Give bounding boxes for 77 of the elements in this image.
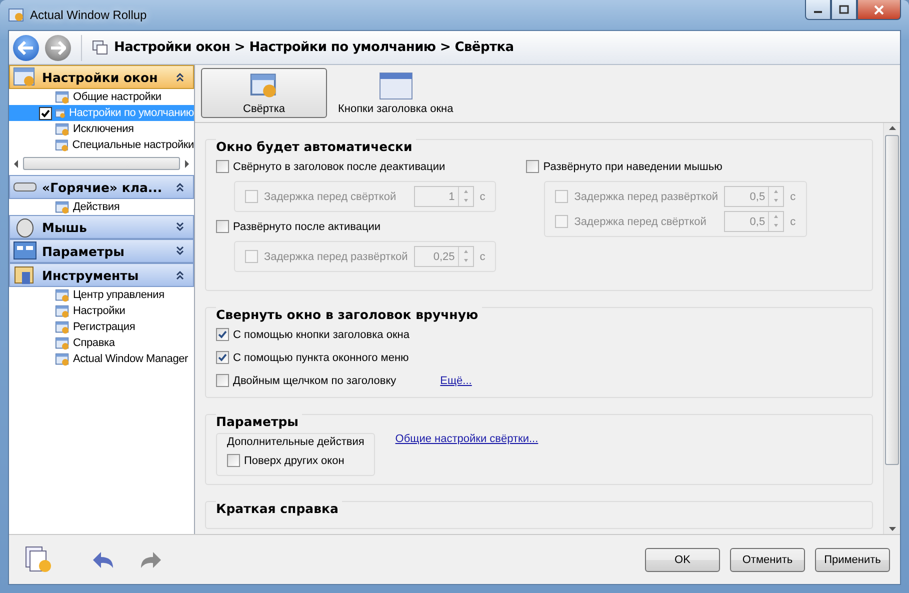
forward-button[interactable]: [45, 34, 71, 60]
maximize-icon: [839, 5, 849, 14]
dialog-button[interactable]: OK: [645, 548, 720, 572]
checkbox[interactable]: [216, 220, 229, 233]
option-label: Поверх других окон: [244, 454, 344, 466]
title-bar-window-icon: [378, 72, 413, 100]
option-label: Двойным щелчком по заголовку: [233, 374, 396, 386]
sidebar-item[interactable]: Регистрация: [9, 319, 194, 335]
help-button[interactable]: [23, 544, 53, 574]
back-button[interactable]: [13, 34, 39, 60]
sidebar-group-header[interactable]: Инструменты: [9, 263, 194, 287]
section-title: Окно будет автоматически: [216, 139, 416, 154]
sidebar-item[interactable]: Справка: [9, 335, 194, 351]
dialog-button[interactable]: Применить: [815, 548, 890, 572]
rollup-window-icon: [249, 71, 279, 100]
sidebar-item[interactable]: Общие настройки: [9, 89, 194, 105]
unit-label: с: [790, 216, 796, 228]
checkbox[interactable]: [227, 454, 240, 467]
minimize-button[interactable]: [805, 0, 831, 20]
option-label: Развёрнуто при наведении мышью: [543, 160, 722, 172]
close-button[interactable]: [857, 0, 901, 20]
documents-icon: [23, 544, 53, 574]
option-label: Развёрнуто после активации: [233, 220, 381, 232]
option-label: Задержка перед развёрткой: [264, 250, 408, 264]
maximize-button[interactable]: [831, 0, 857, 20]
window-icon: [55, 352, 70, 366]
dialog-button[interactable]: Отменить: [730, 548, 805, 572]
close-icon: [874, 4, 884, 14]
windows-icon: [92, 40, 108, 56]
option-label: Задержка перед свёрткой: [574, 214, 706, 230]
more-link[interactable]: Ещё...: [440, 374, 472, 386]
scroll-up-icon[interactable]: [888, 125, 896, 131]
section-title: Краткая справка: [216, 501, 342, 516]
expand-icon[interactable]: [175, 222, 185, 232]
group-title: Дополнительные действия: [227, 436, 364, 448]
sidebar-item[interactable]: Специальные настройки: [9, 137, 194, 153]
option-label: Задержка перед развёрткой: [574, 190, 718, 204]
collapse-icon[interactable]: [175, 270, 185, 280]
vertical-scrollbar[interactable]: [883, 123, 900, 534]
sidebar-group-header[interactable]: Мышь: [9, 215, 194, 239]
unit-label: с: [480, 250, 486, 262]
checkbox[interactable]: [216, 328, 229, 341]
sidebar-item[interactable]: Действия: [9, 199, 194, 215]
collapse-icon[interactable]: [175, 182, 185, 192]
forward-arrow-icon: [50, 40, 66, 54]
section-title: Свернуть окно в заголовок вручную: [216, 307, 482, 322]
checkbox[interactable]: [39, 106, 52, 120]
tab[interactable]: Кнопки заголовка окна: [329, 68, 462, 118]
expand-icon[interactable]: [175, 246, 185, 256]
scroll-down-icon[interactable]: [888, 526, 896, 532]
app-icon: [8, 7, 24, 23]
checkbox[interactable]: [216, 351, 229, 364]
scroll-right-icon[interactable]: [182, 158, 192, 168]
sidebar-item[interactable]: Actual Window Manager: [9, 351, 194, 367]
window-title: Actual Window Rollup: [30, 8, 147, 22]
sidebar-item[interactable]: Настройки: [9, 303, 194, 319]
sidebar-group-header[interactable]: Параметры: [9, 239, 194, 263]
option-label: Свёрнуто в заголовок после деактивации: [233, 160, 446, 172]
checkbox[interactable]: [526, 160, 540, 173]
tab[interactable]: Свёртка: [201, 68, 327, 118]
option-label: С помощью пункта оконного меню: [233, 352, 409, 364]
sidebar-item[interactable]: Исключения: [9, 121, 194, 137]
breadcrumb: Настройки окон > Настройки по умолчанию > Свёртка: [114, 40, 514, 55]
settings-link[interactable]: Общие настройки свёртки...: [395, 433, 538, 445]
checkbox[interactable]: [216, 160, 229, 173]
unit-label: с: [480, 190, 486, 202]
collapse-icon[interactable]: [175, 72, 185, 82]
sidebar-item[interactable]: Центр управления: [9, 287, 194, 303]
option-label: С помощью кнопки заголовка окна: [233, 328, 410, 340]
checkbox[interactable]: [216, 374, 229, 387]
sidebar-group-header[interactable]: Настройки окон: [9, 65, 194, 89]
unit-label: с: [790, 190, 796, 202]
options-panel-icon: [12, 240, 38, 262]
sidebar-group-header[interactable]: «Горячие» кла...: [9, 175, 194, 199]
section-title: Параметры: [216, 414, 302, 429]
option-label: Задержка перед свёрткой: [264, 190, 396, 204]
back-arrow-icon: [18, 40, 34, 54]
